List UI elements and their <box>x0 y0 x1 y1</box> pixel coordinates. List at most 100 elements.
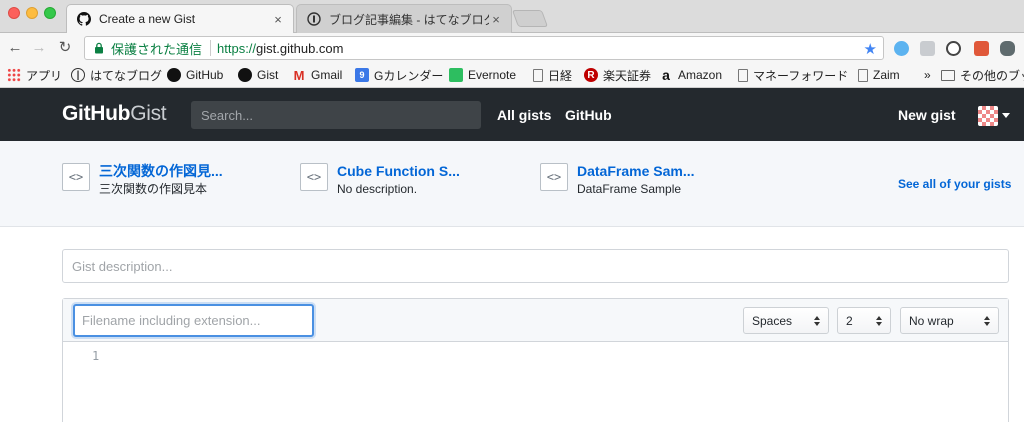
address-bar[interactable]: 保護された通信 https://gist.github.com ★ <box>84 36 884 60</box>
bookmark-other-folder[interactable]: その他のブックマーク <box>941 66 1024 84</box>
select-arrows-icon <box>814 315 820 326</box>
bookmark-apps[interactable]: アプリ <box>7 66 62 84</box>
bookmark-label: GitHub <box>186 68 224 82</box>
bookmark-label: 日経 <box>548 68 573 83</box>
bookmark-star-icon[interactable]: ★ <box>864 40 877 58</box>
bookmark-amazon[interactable]: a Amazon <box>659 66 722 84</box>
github-octocat-icon <box>77 12 91 26</box>
hatena-extension-icon[interactable] <box>946 41 961 56</box>
page-icon <box>738 68 748 82</box>
gist-title-link[interactable]: 三次関数の作図見... <box>99 163 223 179</box>
gist-title-link[interactable]: Cube Function S... <box>337 163 460 179</box>
window-zoom-button[interactable] <box>44 7 56 19</box>
tab-close-icon[interactable]: × <box>271 12 285 27</box>
forward-arrow-icon[interactable]: → <box>30 39 48 57</box>
bookmark-gmail[interactable]: M Gmail <box>292 66 343 84</box>
indent-mode-select[interactable]: Spaces <box>743 307 829 334</box>
select-arrows-icon <box>984 315 990 326</box>
reload-icon[interactable]: ↻ <box>56 39 74 57</box>
new-gist-link[interactable]: New gist <box>898 107 956 123</box>
url-host: gist.github.com <box>256 40 344 56</box>
evernote-extension-icon[interactable] <box>1000 41 1015 56</box>
code-editor[interactable]: 1 <box>63 342 1008 422</box>
nav-all-gists[interactable]: All gists <box>497 107 551 123</box>
logo-gist-text: Gist <box>130 102 167 125</box>
browser-tab-strip: Create a new Gist × ブログ記事編集 - はてなブログ × <box>0 0 1024 33</box>
bookmarks-overflow-chevron[interactable]: » <box>924 66 931 84</box>
gist-description: DataFrame Sample <box>577 182 682 196</box>
omnibox-divider <box>210 40 212 56</box>
bookmark-label: アプリ <box>26 68 63 83</box>
back-arrow-icon[interactable]: ← <box>6 39 24 57</box>
avatar[interactable] <box>978 106 998 126</box>
bookmark-github[interactable]: GitHub <box>167 66 223 84</box>
code-file-icon: <> <box>62 163 90 191</box>
line-number: 1 <box>92 349 100 363</box>
select-arrows-icon <box>876 315 882 326</box>
bookmark-label: その他のブックマーク <box>960 68 1024 83</box>
apps-grid-icon <box>7 68 21 82</box>
browser-toolbar: ← → ↻ 保護された通信 https://gist.github.com ★ <box>0 33 1024 62</box>
gist-title-link[interactable]: DataFrame Sam... <box>577 163 695 179</box>
bookmark-rakuten-securities[interactable]: R 楽天証券 <box>584 66 651 84</box>
bookmark-google-calendar[interactable]: 9 Gカレンダー <box>355 66 443 84</box>
page-icon <box>858 68 868 82</box>
nav-github[interactable]: GitHub <box>565 107 612 123</box>
bookmark-label: マネーフォワード <box>753 68 849 83</box>
code-file-icon: <> <box>300 163 328 191</box>
bookmark-zaim[interactable]: Zaim <box>858 66 900 84</box>
logo-github-text: GitHub <box>62 102 131 125</box>
lock-icon <box>93 42 105 54</box>
bookmark-label: Gmail <box>311 68 343 82</box>
bookmark-gist[interactable]: Gist <box>238 66 278 84</box>
recent-gist-card[interactable]: <> 三次関数の作図見... 三次関数の作図見本 <box>62 163 223 197</box>
chevron-down-icon[interactable] <box>1002 113 1010 118</box>
window-close-button[interactable] <box>8 7 20 19</box>
code-file-icon: <> <box>540 163 568 191</box>
indent-mode-value: Spaces <box>752 313 793 328</box>
gist-description-input[interactable] <box>62 249 1009 283</box>
tab-title: ブログ記事編集 - はてなブログ <box>329 12 489 27</box>
bookmark-label: 楽天証券 <box>603 68 652 83</box>
wrap-mode-value: No wrap <box>909 313 954 328</box>
window-minimize-button[interactable] <box>26 7 38 19</box>
url-scheme: https:// <box>217 40 257 56</box>
recent-gist-card[interactable]: <> Cube Function S... No description. <box>300 163 460 197</box>
github-octocat-icon <box>238 68 252 82</box>
bookmark-evernote[interactable]: Evernote <box>449 66 516 84</box>
new-tab-button[interactable] <box>511 10 549 27</box>
see-all-gists-link[interactable]: See all of your gists <box>898 177 1011 191</box>
tab-title: Create a new Gist <box>99 12 196 26</box>
github-gist-logo[interactable]: GitHubGist <box>62 102 167 126</box>
secure-connection-label: 保護された通信 <box>111 41 203 57</box>
hatena-blog-icon <box>307 12 321 26</box>
filename-input[interactable] <box>73 304 314 337</box>
indent-size-value: 2 <box>846 313 853 328</box>
tab-close-icon[interactable]: × <box>489 12 503 27</box>
bookmark-hatena-blog[interactable]: | はてなブログ <box>71 66 162 84</box>
bookmark-label: » <box>924 68 931 82</box>
bookmark-nikkei[interactable]: 日経 <box>533 66 572 84</box>
tab-create-gist[interactable]: Create a new Gist × <box>66 4 294 33</box>
wrap-mode-select[interactable]: No wrap <box>900 307 999 334</box>
hatena-blog-icon: | <box>71 68 85 82</box>
folder-icon <box>941 69 955 81</box>
bookmark-money-forward[interactable]: マネーフォワード <box>738 66 848 84</box>
bookmarks-bar: アプリ | はてなブログ GitHub Gist M Gmail 9 Gカレンダ… <box>0 62 1024 88</box>
cloud-extension-icon[interactable] <box>894 41 909 56</box>
bookmark-label: Gカレンダー <box>374 68 444 83</box>
red-extension-icon[interactable] <box>974 41 989 56</box>
recent-gists-strip: <> 三次関数の作図見... 三次関数の作図見本 <> Cube Functio… <box>0 141 1024 227</box>
recent-gist-card[interactable]: <> DataFrame Sam... DataFrame Sample <box>540 163 695 197</box>
rakuten-icon: R <box>584 68 598 82</box>
tab-hatena-blog[interactable]: ブログ記事編集 - はてなブログ × <box>296 4 512 33</box>
gist-description: No description. <box>337 182 418 196</box>
dropbox-extension-icon[interactable] <box>920 41 935 56</box>
gist-header: GitHubGist All gists GitHub New gist <box>0 88 1024 141</box>
indent-size-select[interactable]: 2 <box>837 307 891 334</box>
bookmark-label: はてなブログ <box>90 68 163 83</box>
file-header: Spaces 2 No wrap <box>63 299 1008 342</box>
gist-search-input[interactable] <box>191 101 481 129</box>
gist-file-editor: Spaces 2 No wrap 1 <box>62 298 1009 422</box>
bookmark-label: Zaim <box>873 68 900 82</box>
